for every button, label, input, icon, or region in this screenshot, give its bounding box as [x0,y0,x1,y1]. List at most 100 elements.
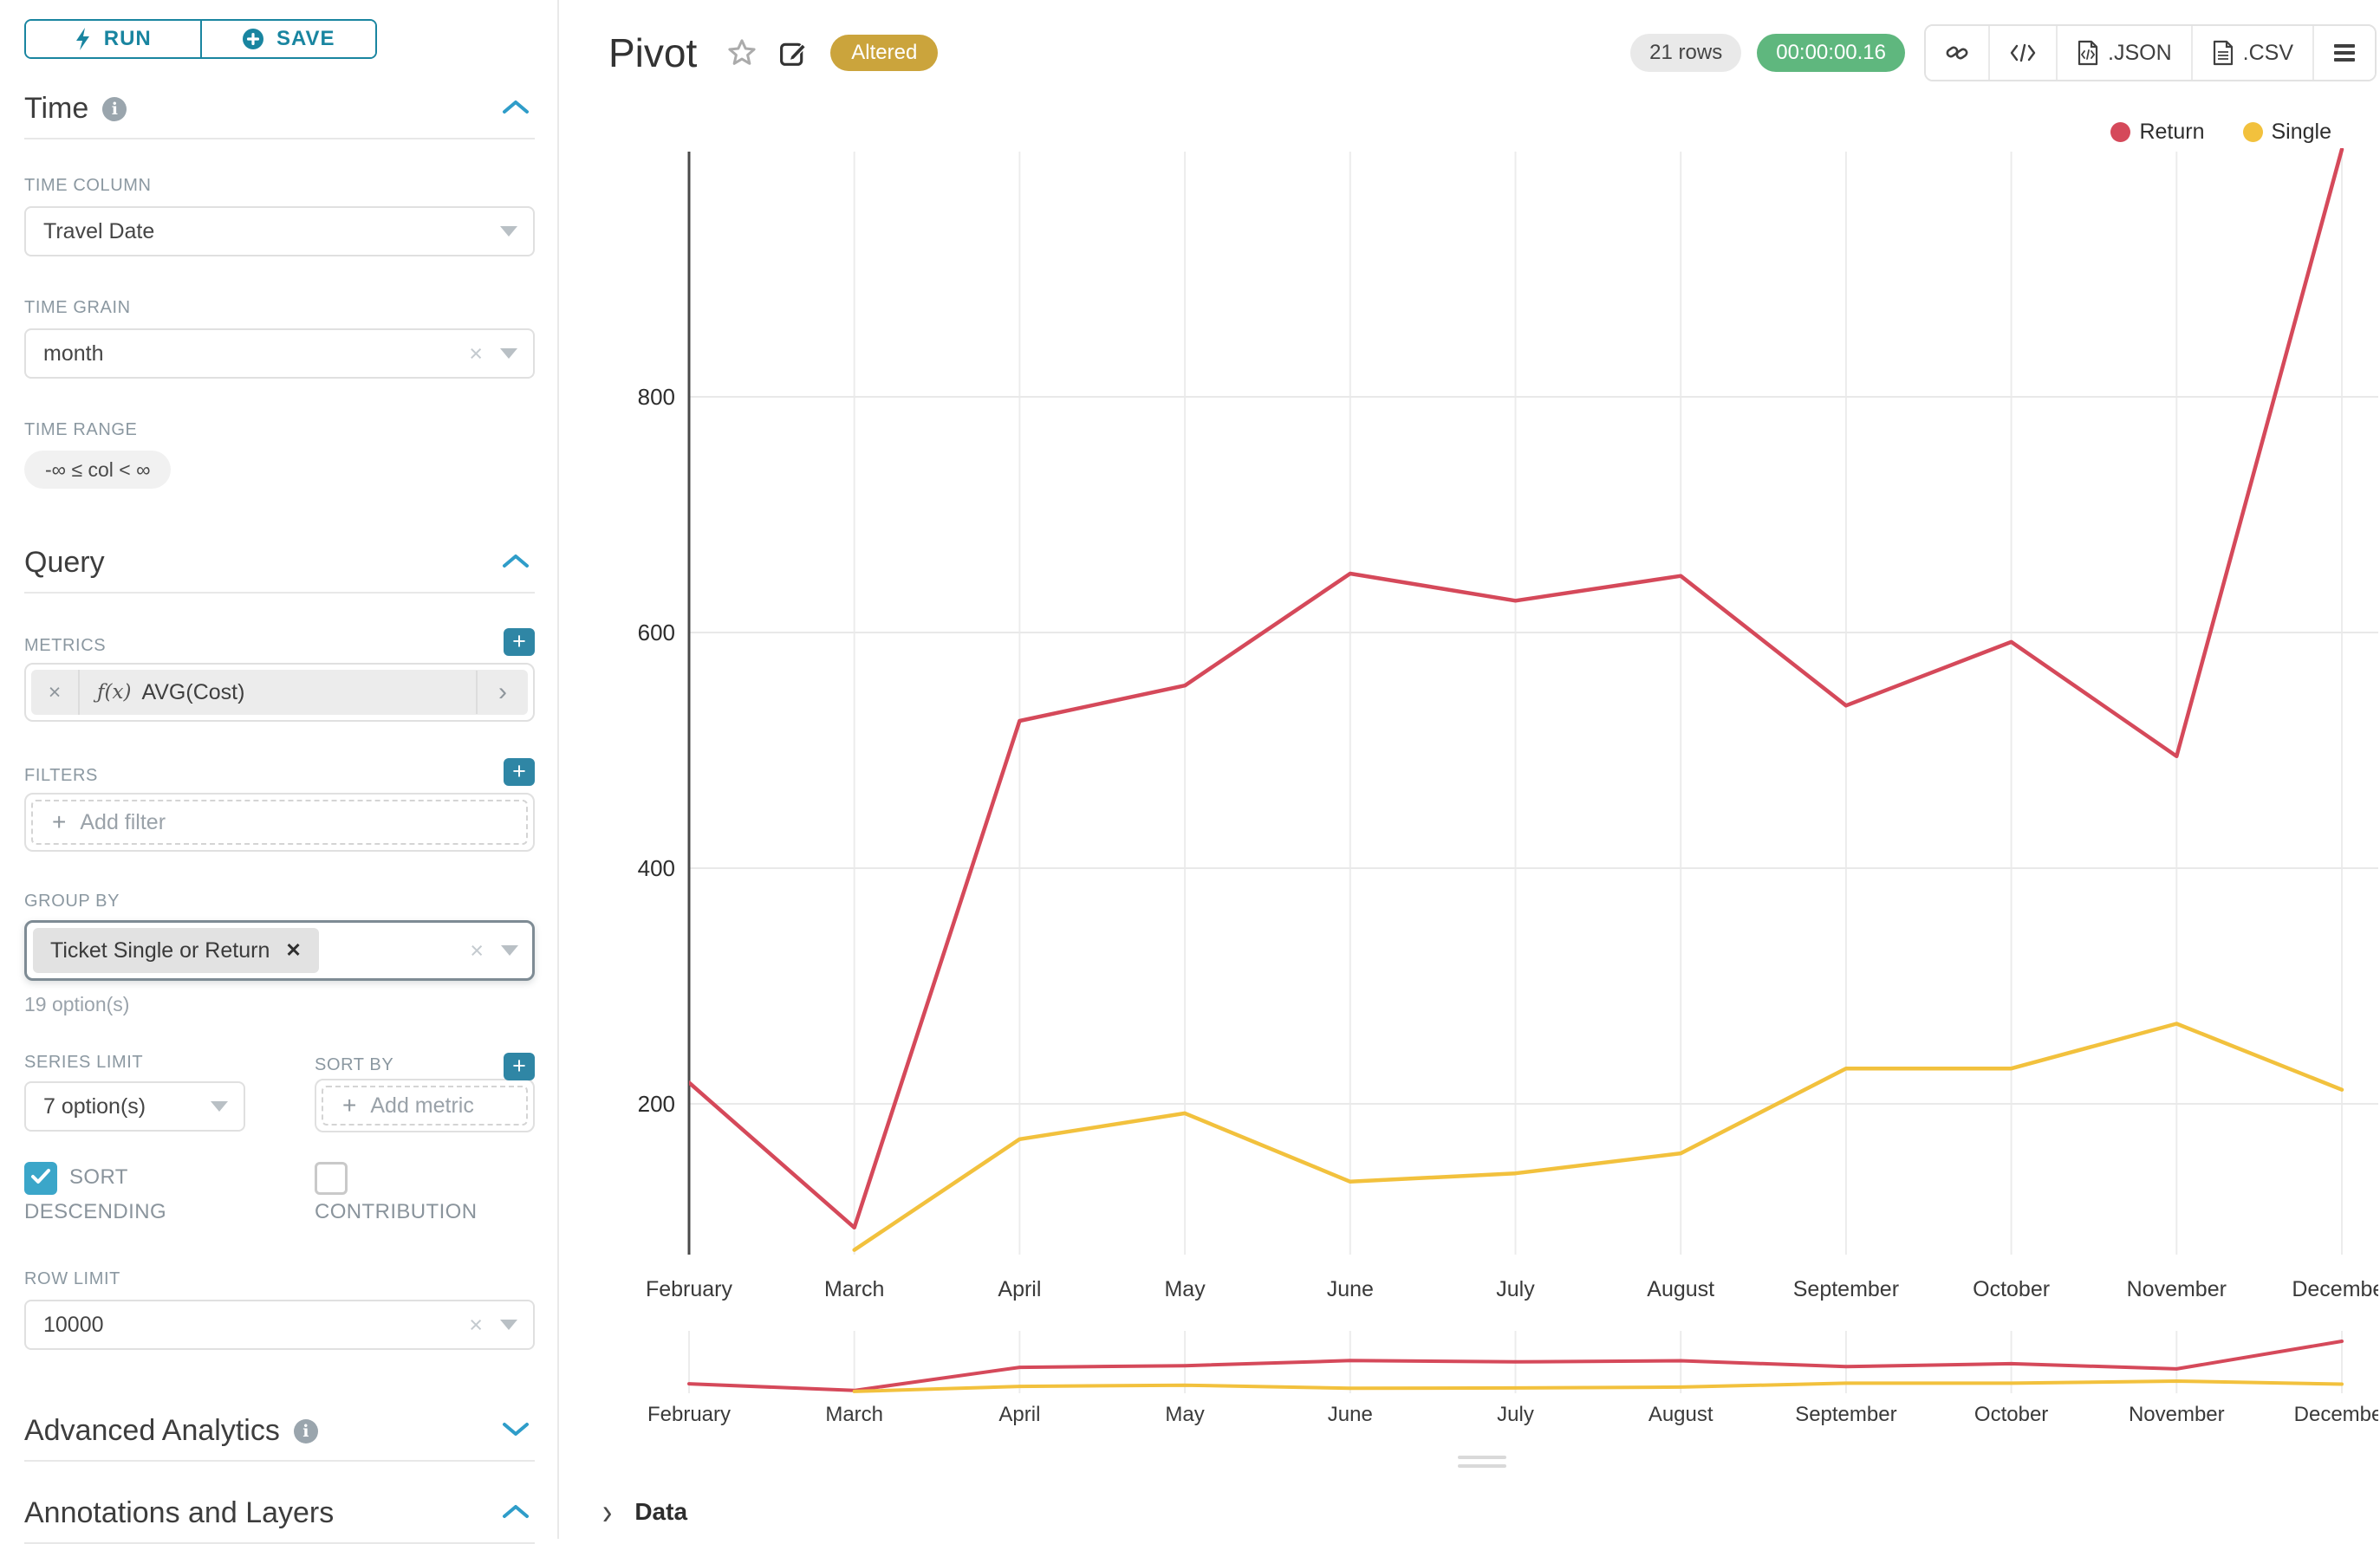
group-by-label: GROUP BY [24,892,535,911]
chevron-down-icon [501,945,518,956]
x-axis-labels: FebruaryMarchAprilMayJuneJulyAugustSepte… [646,1277,2378,1301]
add-filter-placeholder: Add filter [80,810,166,835]
svg-text:September: September [1795,1403,1896,1426]
export-json-button[interactable]: .JSON [2056,26,2191,80]
time-range-label: TIME RANGE [24,420,535,440]
plus-circle-icon [242,28,264,50]
chevron-right-icon[interactable]: › [476,671,528,714]
chart-menu-button[interactable] [2312,26,2375,80]
svg-text:October: October [1974,1403,2048,1426]
embed-code-button[interactable] [1988,26,2056,80]
svg-text:March: March [824,1277,884,1301]
group-by-select[interactable]: Ticket Single or Return ✕ × [24,920,535,981]
chevron-up-icon[interactable] [502,554,530,573]
plus-icon: + [52,808,66,836]
fx-icon: ƒ(x) [97,681,131,704]
altered-badge[interactable]: Altered [830,35,938,71]
export-json-label: .JSON [2108,41,2172,66]
add-filter-plus-button[interactable]: + [504,758,535,786]
sort-by-plus-button[interactable]: + [504,1053,535,1080]
chevron-down-icon[interactable] [502,1422,530,1441]
clear-icon[interactable]: × [470,937,484,964]
contribution-checkbox[interactable] [315,1162,348,1195]
save-button[interactable]: SAVE [202,21,376,57]
svg-text:June: June [1328,1403,1373,1426]
series-line-return [689,149,2342,1227]
chevron-up-icon[interactable] [502,1504,530,1523]
chart-legend: Return Single [2110,120,2331,145]
query-section-header[interactable]: Query [24,546,535,580]
svg-text:800: 800 [638,384,675,410]
run-button[interactable]: RUN [26,21,202,57]
add-sort-metric-button[interactable]: + Add metric [322,1086,528,1126]
time-range-value[interactable]: -∞ ≤ col < ∞ [24,451,171,489]
metrics-label: METRICS [24,636,106,656]
lightning-bolt-icon [75,28,92,50]
chevron-down-icon [500,348,517,359]
row-limit-label: ROW LIMIT [24,1269,535,1289]
svg-text:July: July [1496,1277,1535,1301]
chevron-up-icon[interactable] [502,100,530,119]
remove-tag-icon[interactable]: ✕ [285,939,301,962]
edit-properties-icon[interactable] [778,38,808,68]
copy-link-button[interactable] [1926,26,1988,80]
favorite-star-icon[interactable] [726,37,758,68]
svg-text:200: 200 [638,1091,675,1117]
clear-icon[interactable]: × [469,1312,483,1339]
add-metric-plus-button[interactable]: + [504,628,535,656]
time-column-value: Travel Date [43,219,500,244]
time-grain-select[interactable]: month × [24,328,535,379]
legend-item-single[interactable]: Single [2243,120,2332,145]
row-limit-value: 10000 [43,1313,469,1338]
remove-metric-icon[interactable]: × [31,670,80,715]
run-save-button-group: RUN SAVE [24,19,377,59]
hamburger-menu-icon [2333,43,2356,62]
time-grain-value: month [43,341,469,367]
group-by-tag: Ticket Single or Return ✕ [33,928,319,973]
section-divider [24,138,535,139]
csv-file-icon [2212,40,2234,66]
json-file-icon [2077,40,2099,66]
legend-dot [2110,122,2130,142]
clear-icon[interactable]: × [469,341,483,367]
line-chart: 200400600800FebruaryMarchAprilMayJuneJul… [559,0,2378,1539]
chart-header: Pivot Altered 21 rows 00:00:00.16 [608,24,2377,81]
chevron-down-icon [500,1320,517,1330]
data-section-toggle[interactable]: › Data [602,1497,687,1527]
y-axis: 200 400 600 800 [638,384,2378,1117]
filters-label: FILTERS [24,766,98,786]
control-panel-sidebar: RUN SAVE Time i TIME COLUMN Travel Date [0,0,559,1539]
series-line-single [855,1024,2342,1250]
chevron-down-icon [500,226,517,237]
svg-text:600: 600 [638,620,675,645]
advanced-analytics-header[interactable]: Advanced Analytics i [24,1414,535,1448]
group-by-tag-label: Ticket Single or Return [50,938,270,963]
sort-descending-control: SORT DESCENDING [24,1160,206,1229]
svg-text:October: October [1973,1277,2050,1301]
row-limit-select[interactable]: 10000 × [24,1300,535,1350]
svg-text:April: April [998,1277,1041,1301]
svg-text:November: November [2127,1277,2227,1301]
svg-text:September: September [1793,1277,1899,1301]
add-filter-button[interactable]: + Add filter [31,800,528,845]
sort-by-box: + Add metric [315,1079,535,1132]
info-icon: i [294,1419,318,1443]
legend-item-return[interactable]: Return [2110,120,2204,145]
series-limit-select[interactable]: 7 option(s) [24,1081,245,1132]
sort-descending-checkbox[interactable] [24,1162,57,1195]
time-section-header[interactable]: Time i [24,92,535,126]
metric-pill[interactable]: × ƒ(x) AVG(Cost) › [31,670,528,715]
annotations-header[interactable]: Annotations and Layers [24,1496,535,1530]
time-column-select[interactable]: Travel Date [24,206,535,256]
legend-label: Single [2272,120,2332,145]
advanced-analytics-title: Advanced Analytics [24,1414,280,1448]
svg-text:400: 400 [638,855,675,881]
series-limit-label: SERIES LIMIT [24,1053,245,1073]
export-csv-button[interactable]: .CSV [2191,26,2312,80]
code-icon [2009,42,2037,63]
chevron-down-icon [211,1101,228,1112]
data-section-label: Data [634,1498,687,1526]
export-csv-label: .CSV [2243,41,2293,66]
panel-resize-handle[interactable] [1458,1456,1506,1473]
svg-text:May: May [1164,1277,1206,1301]
